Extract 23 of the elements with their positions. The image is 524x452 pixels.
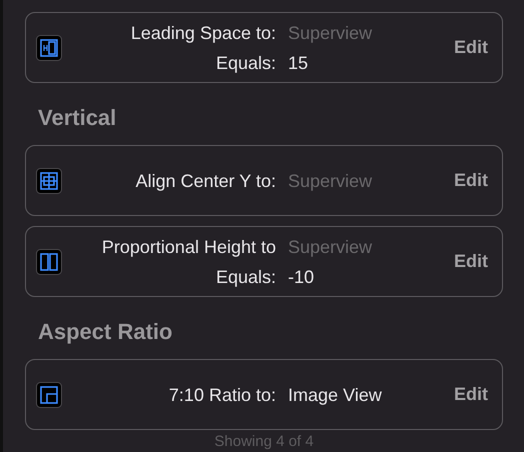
constant-value: 15 <box>288 52 308 74</box>
constant-label: Equals: <box>214 266 276 289</box>
aspect-ratio-icon <box>36 382 62 408</box>
constant-label: Equals: <box>214 52 276 75</box>
constant-value: -10 <box>288 266 314 288</box>
edit-button[interactable]: Edit <box>454 248 488 275</box>
constraint-label: Leading Space to: <box>130 22 276 45</box>
center-y-icon <box>36 168 62 194</box>
target-value: Superview <box>288 236 372 259</box>
section-header: Vertical <box>37 104 118 132</box>
proportional-height-icon <box>36 248 62 274</box>
leading-space-icon <box>36 34 62 60</box>
constraint-label: Proportional Height to <box>100 236 276 259</box>
constraint-label: Align Center Y to: <box>134 170 276 193</box>
constraint-label: 7:10 Ratio to: <box>168 384 276 406</box>
edit-button[interactable]: Edit <box>454 167 488 194</box>
target-value: Superview <box>288 170 372 193</box>
target-value: Image View <box>288 384 382 407</box>
edit-button[interactable]: Edit <box>454 34 488 61</box>
edit-button[interactable]: Edit <box>454 381 488 408</box>
results-count: Showing 4 of 4 <box>214 433 314 450</box>
target-value: Superview <box>288 22 372 45</box>
section-header: Aspect Ratio <box>37 318 174 346</box>
